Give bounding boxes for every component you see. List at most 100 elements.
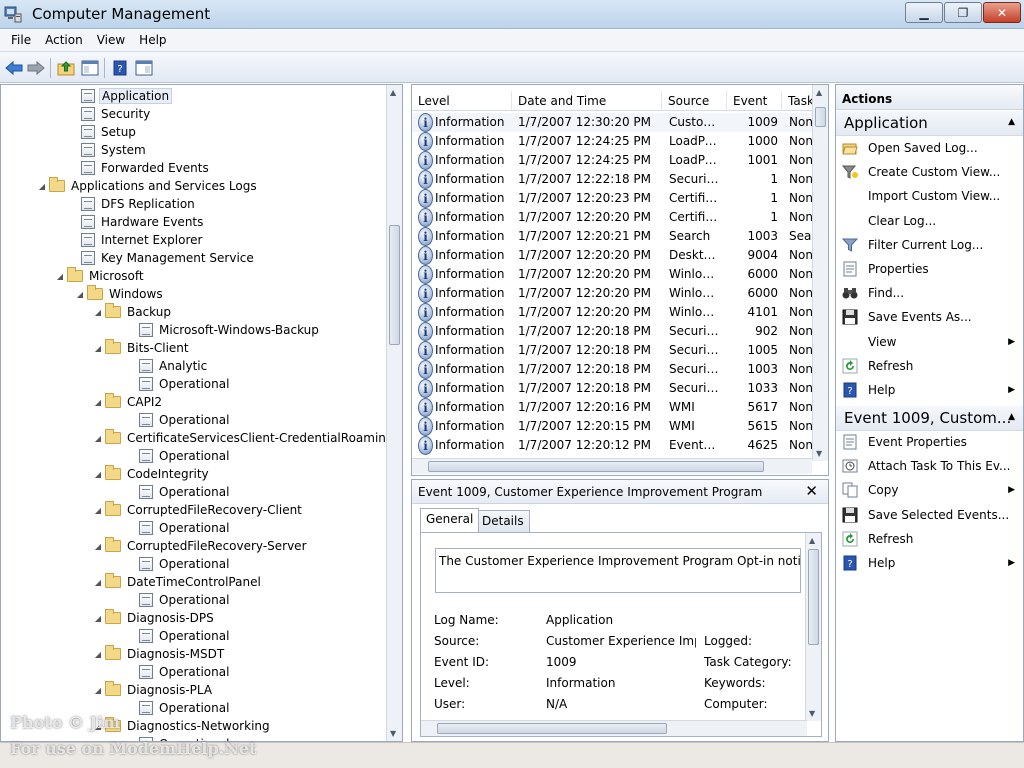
event-row[interactable]: i Information 1/7/2007 12:20:18 PM Security… bbox=[412, 322, 814, 341]
action-item[interactable]: Copy ▶ bbox=[836, 478, 1023, 502]
tree-item[interactable]: Operational bbox=[139, 627, 231, 645]
expand-triangle-icon[interactable]: ◢ bbox=[93, 578, 103, 587]
action-item[interactable]: Refresh bbox=[836, 527, 1023, 551]
expand-triangle-icon[interactable]: ◢ bbox=[93, 308, 103, 317]
tree-item[interactable]: Operational bbox=[139, 591, 231, 609]
events-hscroll-thumb[interactable] bbox=[428, 461, 764, 472]
action-item[interactable]: Open Saved Log... bbox=[836, 136, 1023, 160]
action-item[interactable]: Clear Log... bbox=[836, 209, 1023, 233]
event-row[interactable]: i Information 1/7/2007 12:22:18 PM Security… bbox=[412, 170, 814, 189]
tree-item[interactable]: ◢ Microsoft bbox=[55, 267, 146, 285]
close-detail-icon[interactable]: ✕ bbox=[805, 482, 818, 500]
column-date-time[interactable]: Date and Time bbox=[512, 91, 662, 111]
action-item[interactable]: Filter Current Log... bbox=[836, 233, 1023, 257]
tree-item[interactable]: ◢ Bits-Client bbox=[93, 339, 191, 357]
tab-general[interactable]: General bbox=[420, 508, 480, 532]
menu-view[interactable]: View bbox=[90, 33, 132, 47]
event-row[interactable]: i Information 1/7/2007 12:20:20 PM Winlogon… bbox=[412, 303, 814, 322]
tree-item[interactable]: ◢ Backup bbox=[93, 303, 173, 321]
scroll-down-icon[interactable]: ▼ bbox=[809, 709, 815, 718]
tree-item[interactable]: Operational bbox=[139, 411, 231, 429]
menu-action[interactable]: Action bbox=[38, 33, 90, 47]
scroll-up-icon[interactable]: ▲ bbox=[816, 88, 822, 97]
tree-item[interactable]: ◢ Diagnostics-Networking bbox=[93, 717, 272, 735]
tree-item[interactable]: Operational bbox=[139, 447, 231, 465]
detail-hscroll-thumb[interactable] bbox=[437, 723, 667, 734]
expand-triangle-icon[interactable]: ◢ bbox=[37, 182, 47, 191]
menu-file[interactable]: File bbox=[4, 33, 38, 47]
tree-item[interactable]: ◢ Diagnosis-DPS bbox=[93, 609, 216, 627]
events-scroll-thumb[interactable] bbox=[815, 107, 826, 127]
event-row[interactable]: i Information 1/7/2007 12:20:18 PM Security… bbox=[412, 341, 814, 360]
show-hide-console-tree-button[interactable] bbox=[80, 58, 100, 78]
tree-item[interactable]: ◢ Windows bbox=[75, 285, 165, 303]
expand-triangle-icon[interactable]: ◢ bbox=[93, 434, 103, 443]
event-row[interactable]: iInformation 1/7/2007 12:30:20 PM Customer… bbox=[412, 113, 814, 132]
event-row[interactable]: i Information 1/7/2007 12:20:20 PM Desktop … bbox=[412, 246, 814, 265]
tree-item[interactable]: ◢ CorruptedFileRecovery-Client bbox=[93, 501, 304, 519]
action-item[interactable]: View ▶ bbox=[836, 330, 1023, 354]
help-toolbar-button[interactable]: ? bbox=[110, 58, 130, 78]
tree-item[interactable]: ◢ CertificateServicesClient-CredentialRoa… bbox=[93, 429, 396, 447]
tree-item[interactable]: Security bbox=[81, 105, 152, 123]
detail-horizontal-scrollbar[interactable] bbox=[421, 720, 807, 736]
close-button[interactable]: ✕ bbox=[983, 2, 1021, 23]
expand-triangle-icon[interactable]: ◢ bbox=[93, 398, 103, 407]
tree-item[interactable]: Forwarded Events bbox=[81, 159, 211, 177]
expand-triangle-icon[interactable]: ◢ bbox=[75, 290, 85, 299]
tree-item[interactable]: ◢ Diagnosis-PLA bbox=[93, 681, 214, 699]
menu-help[interactable]: Help bbox=[132, 33, 173, 47]
maximize-button[interactable]: ❐ bbox=[944, 2, 982, 23]
tree-item[interactable]: Operational bbox=[139, 555, 231, 573]
up-one-level-button[interactable] bbox=[56, 58, 76, 78]
tree-scroll-thumb[interactable] bbox=[389, 225, 400, 345]
tree-item[interactable]: Setup bbox=[81, 123, 138, 141]
expand-triangle-icon[interactable]: ◢ bbox=[93, 506, 103, 515]
action-item[interactable]: ? Help ▶ bbox=[836, 551, 1023, 575]
event-row[interactable]: i Information 1/7/2007 12:24:25 PM LoadPerf… bbox=[412, 132, 814, 151]
events-vertical-scrollbar[interactable]: ▲ ▼ bbox=[812, 85, 828, 461]
event-row[interactable]: i Information 1/7/2007 12:20:15 PM WMI 5615 N… bbox=[412, 417, 814, 436]
action-item[interactable]: Refresh bbox=[836, 354, 1023, 378]
scroll-down-icon[interactable]: ▼ bbox=[816, 449, 822, 458]
action-item[interactable]: Create Custom View... bbox=[836, 160, 1023, 184]
minimize-button[interactable]: ▁ bbox=[905, 2, 943, 23]
column-source[interactable]: Source bbox=[662, 91, 727, 111]
show-hide-action-pane-button[interactable] bbox=[134, 58, 154, 78]
tree-item[interactable]: Microsoft-Windows-Backup bbox=[139, 321, 321, 339]
actions-section-event[interactable]: Event 1009, Custom... ▲ bbox=[836, 406, 1023, 431]
tree-item[interactable]: Hardware Events bbox=[81, 213, 205, 231]
expand-triangle-icon[interactable]: ◢ bbox=[93, 722, 103, 731]
tree-item[interactable]: ◢ CodeIntegrity bbox=[93, 465, 211, 483]
tree-item[interactable]: ◢ DateTimeControlPanel bbox=[93, 573, 263, 591]
column-task[interactable]: Task bbox=[782, 91, 814, 111]
expand-triangle-icon[interactable]: ◢ bbox=[55, 272, 65, 281]
tree-item[interactable]: DFS Replication bbox=[81, 195, 197, 213]
tab-details[interactable]: Details bbox=[476, 510, 530, 532]
tree-item[interactable]: Analytic bbox=[139, 357, 209, 375]
tree-item[interactable]: ◢ CorruptedFileRecovery-Server bbox=[93, 537, 309, 555]
event-row[interactable]: i Information 1/7/2007 12:20:20 PM Winlogon… bbox=[412, 265, 814, 284]
expand-triangle-icon[interactable]: ◢ bbox=[93, 344, 103, 353]
collapse-caret-icon[interactable]: ▲ bbox=[1008, 117, 1015, 127]
tree-item[interactable]: Application bbox=[81, 87, 173, 105]
expand-triangle-icon[interactable]: ◢ bbox=[93, 686, 103, 695]
scroll-down-icon[interactable]: ▼ bbox=[390, 729, 396, 738]
expand-triangle-icon[interactable]: ◢ bbox=[93, 542, 103, 551]
tree-vertical-scrollbar[interactable]: ▲ ▼ bbox=[386, 85, 402, 741]
scroll-up-icon[interactable]: ▲ bbox=[809, 536, 815, 545]
action-item[interactable]: Import Custom View... bbox=[836, 184, 1023, 208]
tree-item[interactable]: Operational bbox=[139, 375, 231, 393]
expand-triangle-icon[interactable]: ◢ bbox=[93, 614, 103, 623]
tree-item[interactable]: Key Management Service bbox=[81, 249, 256, 267]
event-row[interactable]: i Information 1/7/2007 12:20:21 PM Search 10… bbox=[412, 227, 814, 246]
tree-item[interactable]: Operational bbox=[139, 519, 231, 537]
event-message-box[interactable]: The Customer Experience Improvement Prog… bbox=[435, 548, 801, 593]
action-item[interactable]: Properties bbox=[836, 257, 1023, 281]
column-event-id[interactable]: Event ID bbox=[727, 91, 782, 128]
tree-item[interactable]: Operational bbox=[139, 483, 231, 501]
action-item[interactable]: Save Selected Events... bbox=[836, 503, 1023, 527]
tree-item[interactable]: ◢ CAPI2 bbox=[93, 393, 164, 411]
event-row[interactable]: i Information 1/7/2007 12:20:16 PM WMI 5617 N… bbox=[412, 398, 814, 417]
event-list[interactable]: Level Date and Time Source Event ID Task… bbox=[411, 84, 829, 476]
